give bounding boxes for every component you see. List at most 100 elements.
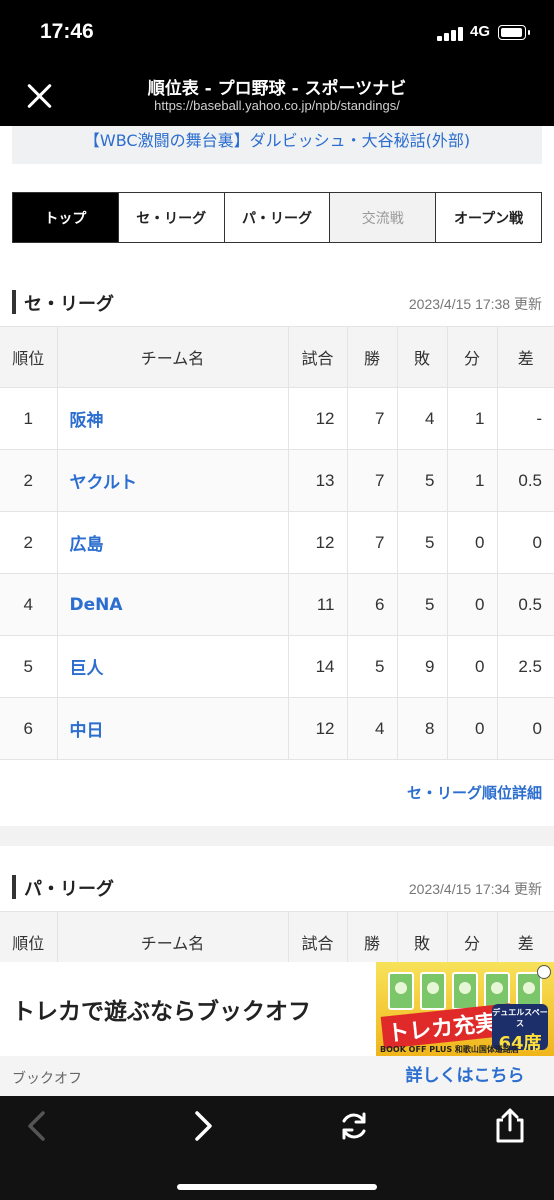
games-behind-cell: - <box>496 387 554 450</box>
news-banner-link[interactable]: 【WBC激闘の舞台裏】ダルビッシュ・大谷秘話(外部) <box>12 126 542 164</box>
games-cell: 12 <box>287 697 348 760</box>
games-behind-cell: 0.5 <box>496 573 554 636</box>
table-row: 5 巨人 14 5 9 0 2.5 <box>0 635 554 698</box>
ad-advertiser: ブックオフ <box>12 1071 82 1087</box>
reload-icon[interactable] <box>324 1104 384 1148</box>
games-behind-cell: 0 <box>496 511 554 574</box>
page: 17:46 4G 順位表 - プロ野球 - スポーツナビ https://bas… <box>0 0 554 1200</box>
rank-cell: 2 <box>0 511 58 574</box>
section-divider <box>0 826 554 846</box>
col-draws: 分 <box>446 326 498 388</box>
rank-cell: 1 <box>0 387 58 450</box>
heading-bar <box>12 290 16 314</box>
ad-seats-top: デュエルスペース <box>492 1008 548 1028</box>
col-rank: 順位 <box>0 326 58 388</box>
draws-cell: 1 <box>446 387 498 450</box>
wins-cell: 7 <box>346 511 398 574</box>
page-url: https://baseball.yahoo.co.jp/npb/standin… <box>154 98 400 113</box>
col-losses: 敗 <box>396 326 448 388</box>
card-icon <box>420 972 446 1010</box>
wins-cell: 6 <box>346 573 398 636</box>
ad-banner[interactable]: トレカで遊ぶならブックオフ ブックオフ トレカ充実! デュエルスペース 64席 … <box>0 962 554 1096</box>
table-row: 1 阪神 12 7 4 1 - <box>0 387 554 450</box>
team-link[interactable]: 阪神 <box>56 387 289 450</box>
draws-cell: 0 <box>446 573 498 636</box>
wins-cell: 4 <box>346 697 398 760</box>
battery-icon <box>498 25 530 40</box>
team-link[interactable]: ヤクルト <box>56 449 289 512</box>
table-row: 6 中日 12 4 8 0 0 <box>0 697 554 760</box>
ad-headline[interactable]: トレカで遊ぶならブックオフ <box>12 992 311 1026</box>
page-title: 順位表 - プロ野球 - スポーツナビ <box>147 79 407 99</box>
losses-cell: 5 <box>396 511 448 574</box>
ad-choices-icon[interactable] <box>537 965 551 979</box>
card-icon <box>388 972 414 1010</box>
games-cell: 11 <box>287 573 348 636</box>
losses-cell: 8 <box>396 697 448 760</box>
draws-cell: 0 <box>446 635 498 698</box>
losses-cell: 9 <box>396 635 448 698</box>
team-link[interactable]: 中日 <box>56 697 289 760</box>
rank-cell: 6 <box>0 697 58 760</box>
col-games: 試合 <box>287 326 348 388</box>
signal-icon <box>437 27 465 41</box>
draws-cell: 0 <box>446 511 498 574</box>
wins-cell: 5 <box>346 635 398 698</box>
col-wins: 勝 <box>346 326 398 388</box>
tab-top[interactable]: トップ <box>13 193 118 242</box>
tab-pacific-league[interactable]: パ・リーグ <box>223 193 330 242</box>
table-header-row: 順位 チーム名 試合 勝 敗 分 差 <box>0 326 554 388</box>
draws-cell: 0 <box>446 697 498 760</box>
table-row: 2 広島 12 7 5 0 0 <box>0 511 554 574</box>
home-indicator <box>177 1184 377 1190</box>
tab-interleague: 交流戦 <box>329 193 436 242</box>
team-link[interactable]: 広島 <box>56 511 289 574</box>
col-team: チーム名 <box>56 326 289 388</box>
games-cell: 14 <box>287 635 348 698</box>
section-title: パ・リーグ <box>24 879 114 900</box>
losses-cell: 5 <box>396 573 448 636</box>
pacific-league-heading: パ・リーグ 2023/4/15 17:34 更新 <box>12 875 542 901</box>
ad-store-name: BOOK OFF PLUS 和歌山国体道路店 <box>380 1045 519 1054</box>
games-behind-cell: 0.5 <box>496 449 554 512</box>
tab-open-games[interactable]: オープン戦 <box>435 193 541 242</box>
table-row: 2 ヤクルト 13 7 5 1 0.5 <box>0 449 554 512</box>
rank-cell: 5 <box>0 635 58 698</box>
league-tabs: トップ セ・リーグ パ・リーグ 交流戦 オープン戦 <box>12 192 542 243</box>
games-behind-cell: 0 <box>496 697 554 760</box>
updated-time: 2023/4/15 17:38 更新 <box>408 296 542 312</box>
games-cell: 12 <box>287 511 348 574</box>
games-behind-cell: 2.5 <box>496 635 554 698</box>
updated-time: 2023/4/15 17:34 更新 <box>408 881 542 897</box>
games-cell: 12 <box>287 387 348 450</box>
central-league-heading: セ・リーグ 2023/4/15 17:38 更新 <box>12 290 542 316</box>
rank-cell: 2 <box>0 449 58 512</box>
wins-cell: 7 <box>346 449 398 512</box>
tab-central-league[interactable]: セ・リーグ <box>117 193 224 242</box>
forward-icon[interactable] <box>174 1104 234 1148</box>
browser-header: 17:46 4G 順位表 - プロ野球 - スポーツナビ https://bas… <box>0 0 554 126</box>
card-icon <box>452 972 478 1010</box>
section-title: セ・リーグ <box>24 294 114 315</box>
draws-cell: 1 <box>446 449 498 512</box>
team-link[interactable]: 巨人 <box>56 635 289 698</box>
heading-bar <box>12 875 16 899</box>
games-cell: 13 <box>287 449 348 512</box>
wins-cell: 7 <box>346 387 398 450</box>
losses-cell: 5 <box>396 449 448 512</box>
status-time: 17:46 <box>40 20 94 43</box>
ad-cta-button[interactable]: 詳しくはこちら <box>376 1056 554 1096</box>
back-icon[interactable] <box>6 1104 66 1148</box>
central-detail-link[interactable]: セ・リーグ順位詳細 <box>407 782 542 803</box>
central-standings-table: 順位 チーム名 試合 勝 敗 分 差 1 阪神 12 7 4 1 - 2 ヤクル… <box>0 326 554 760</box>
rank-cell: 4 <box>0 573 58 636</box>
share-icon[interactable] <box>480 1104 540 1148</box>
table-row: 4 DeNA 11 6 5 0 0.5 <box>0 573 554 636</box>
browser-toolbar <box>0 1096 554 1200</box>
col-games-behind: 差 <box>496 326 554 388</box>
network-type: 4G <box>470 23 491 40</box>
ad-image[interactable]: トレカ充実! デュエルスペース 64席 BOOK OFF PLUS 和歌山国体道… <box>376 962 554 1056</box>
team-link[interactable]: DeNA <box>56 573 289 636</box>
losses-cell: 4 <box>396 387 448 450</box>
ad-advertiser-row: ブックオフ <box>0 1056 376 1096</box>
